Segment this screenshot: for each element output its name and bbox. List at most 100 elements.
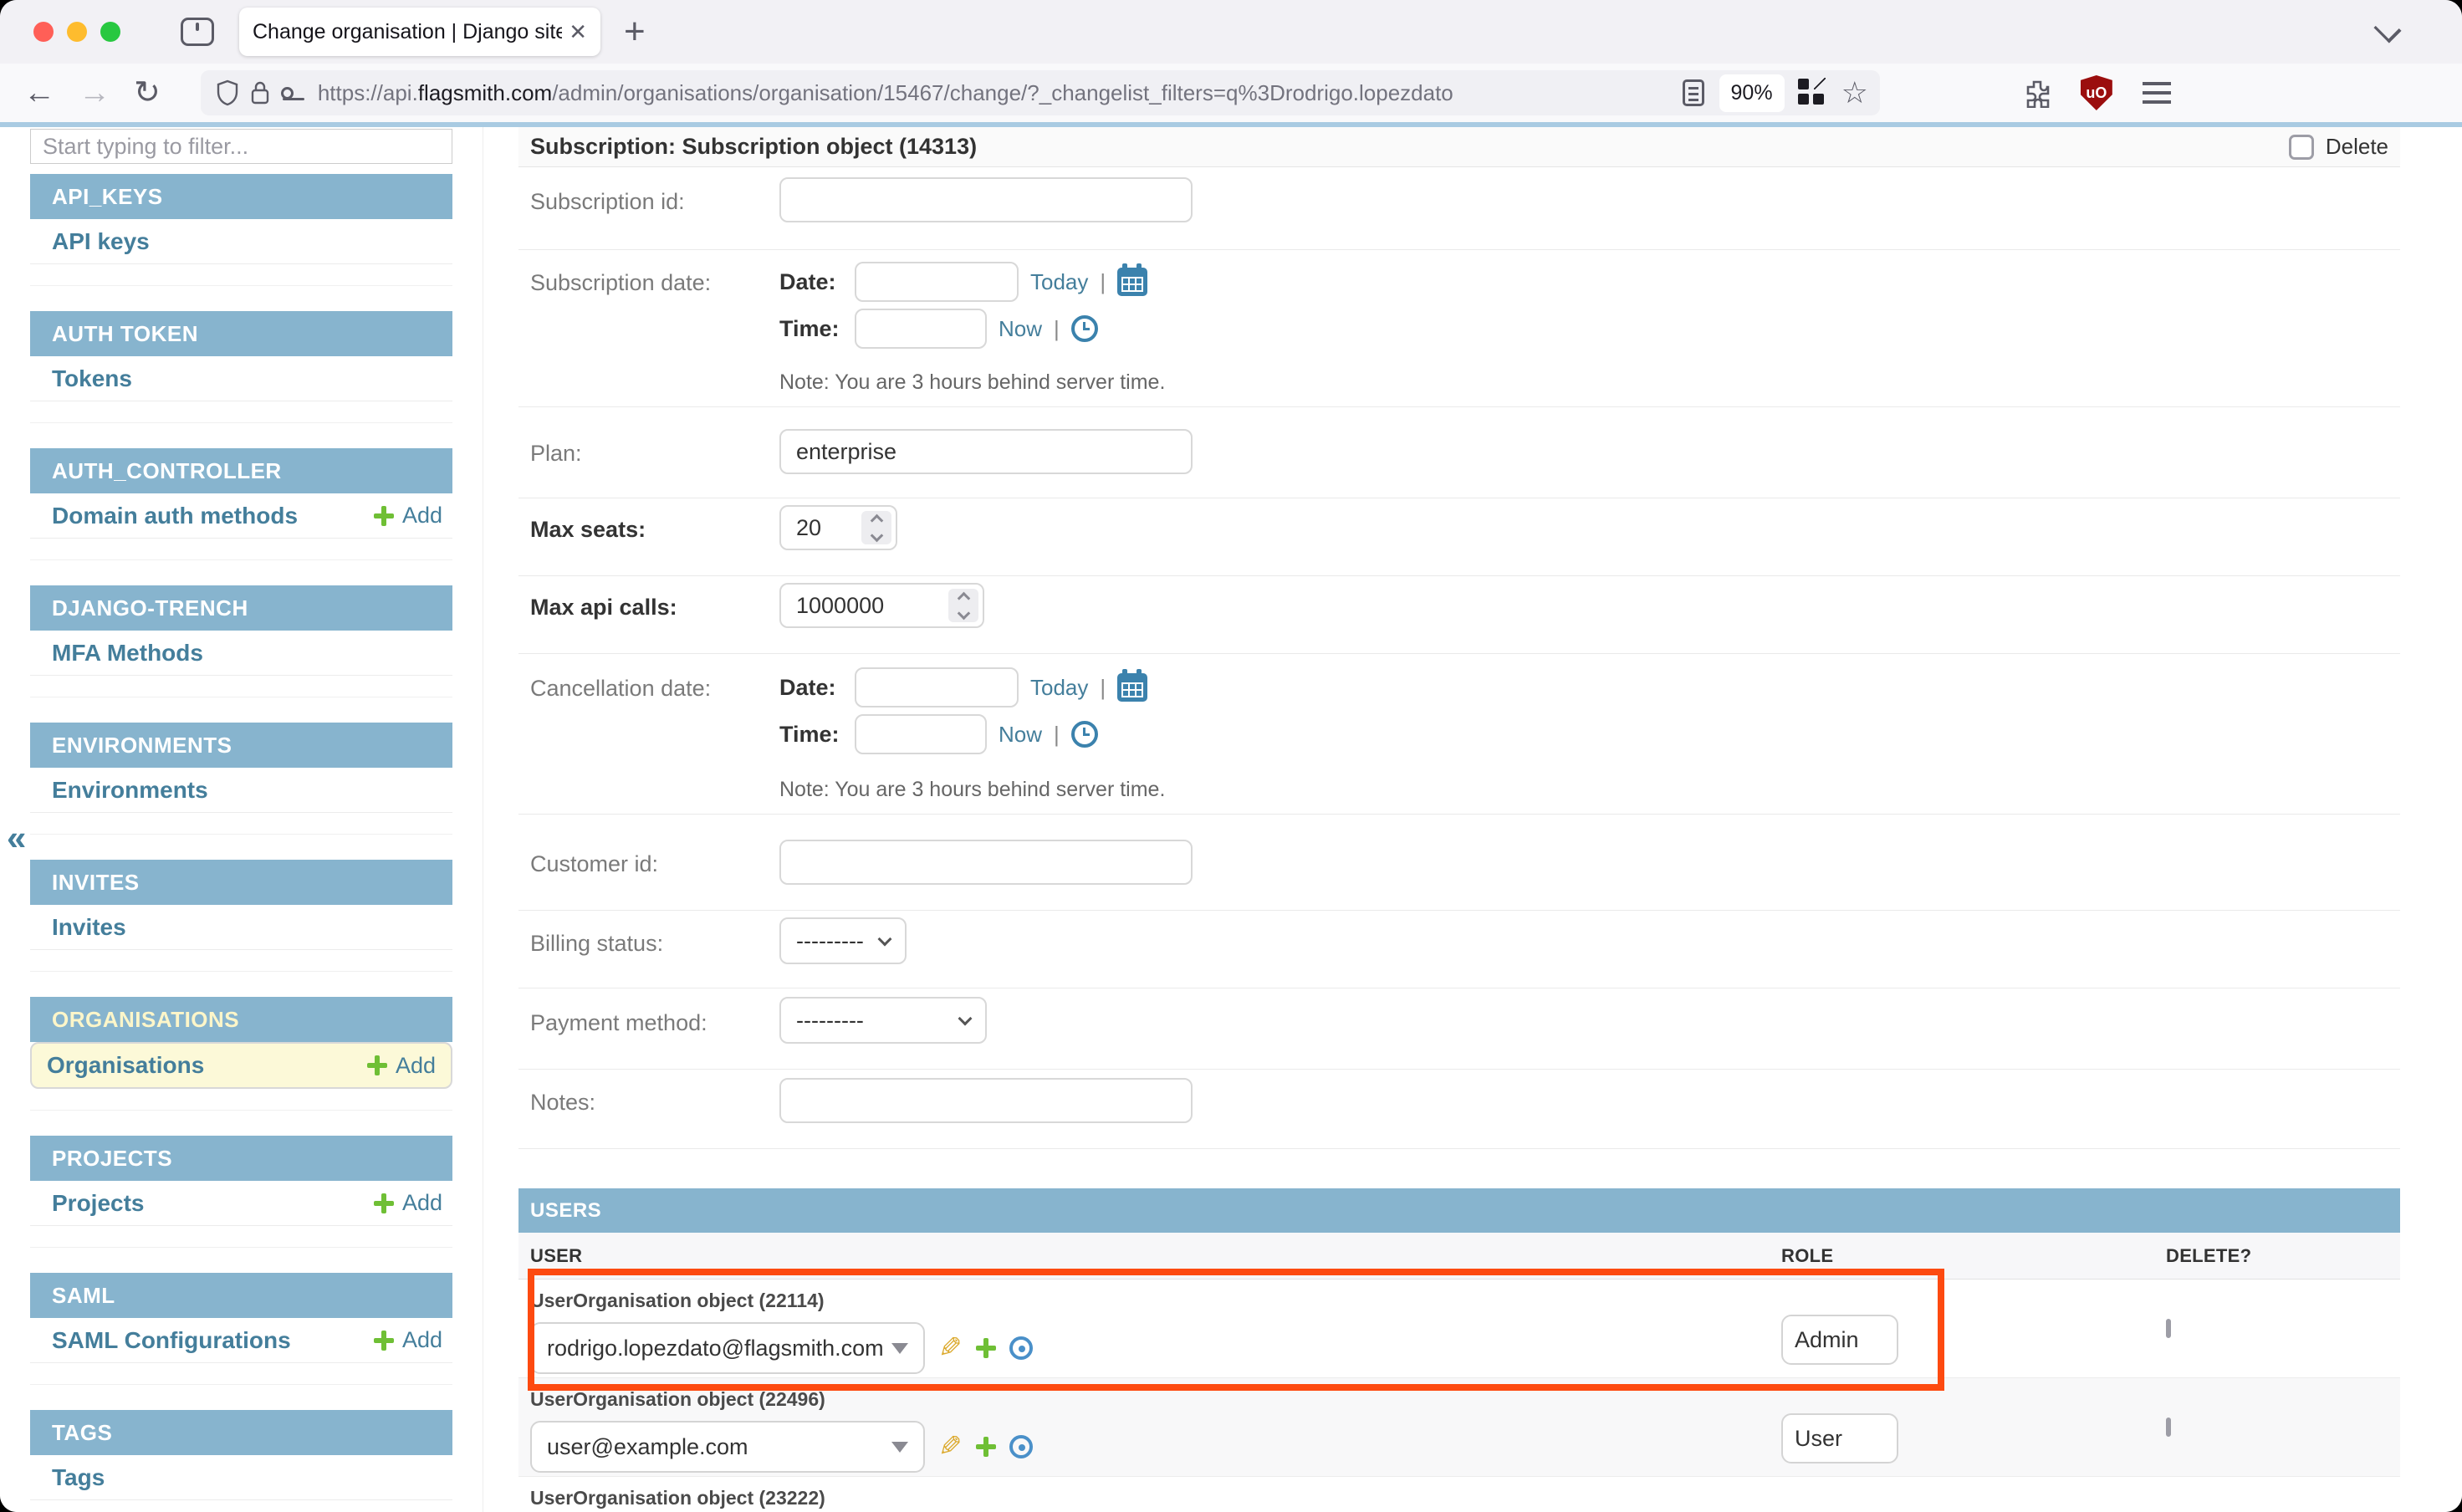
tab-close-icon[interactable]: ✕ [569, 19, 587, 45]
sidebar-item-api-keys[interactable]: API keys [30, 219, 452, 264]
sidebar-item-label[interactable]: Tags [52, 1464, 105, 1491]
customer-id-input[interactable] [779, 840, 1193, 885]
zoom-window-button[interactable] [100, 22, 120, 42]
add-link[interactable]: Add [374, 503, 442, 529]
add-label[interactable]: Add [396, 1053, 436, 1079]
notes-input[interactable] [779, 1078, 1193, 1123]
sidebar-item-domain-auth-methods[interactable]: Domain auth methods Add [30, 493, 452, 539]
tracking-protection-shield-icon[interactable] [216, 79, 239, 106]
date-input[interactable] [855, 262, 1019, 302]
sidebar-item-label[interactable]: Domain auth methods [52, 503, 298, 529]
menu-hamburger-icon[interactable] [2143, 82, 2171, 104]
spin-up-icon[interactable] [957, 591, 970, 605]
sidebar-item-projects[interactable]: Projects Add [30, 1181, 452, 1226]
add-label[interactable]: Add [402, 1190, 442, 1216]
sidebar-item-mfa-methods[interactable]: MFA Methods [30, 631, 452, 676]
firefox-view-icon[interactable] [181, 18, 214, 46]
new-tab-button[interactable]: + [624, 13, 646, 50]
sidebar-item-label[interactable]: Invites [52, 914, 126, 941]
view-eye-icon[interactable] [1009, 1435, 1033, 1458]
delete-cell [2141, 1378, 2400, 1476]
subscription-id-input[interactable] [779, 177, 1193, 222]
max-seats-stepper[interactable] [779, 505, 897, 550]
add-link[interactable]: Add [374, 1327, 442, 1353]
active-tab[interactable]: Change organisation | Django site ad ✕ [239, 8, 600, 56]
reload-button[interactable]: ↻ [134, 77, 161, 109]
ublock-origin-icon[interactable]: uO [2081, 75, 2112, 110]
add-label[interactable]: Add [402, 503, 442, 529]
add-link[interactable]: Add [367, 1053, 436, 1079]
add-link[interactable]: Add [374, 1190, 442, 1216]
sidebar-collapse-toggle[interactable]: « [7, 818, 26, 858]
calendar-icon[interactable] [1117, 673, 1147, 702]
spin-up-icon[interactable] [870, 513, 883, 527]
delete-checkbox[interactable] [2289, 135, 2314, 160]
number-spinner[interactable] [948, 589, 978, 622]
permissions-icon[interactable] [281, 84, 306, 102]
plus-icon [374, 506, 394, 526]
role-select[interactable]: User [1781, 1413, 1898, 1463]
back-button[interactable]: ← [23, 77, 55, 109]
user-select[interactable]: rodrigo.lopezdato@flagsmith.com [530, 1322, 925, 1374]
sidebar-item-saml-configurations[interactable]: SAML Configurations Add [30, 1318, 452, 1363]
column-role: ROLE [1765, 1245, 2141, 1267]
reader-mode-icon[interactable] [1683, 79, 1704, 106]
today-link[interactable]: Today [1030, 269, 1088, 295]
row-delete-checkbox[interactable] [2166, 1319, 2171, 1338]
row-delete-checkbox[interactable] [2166, 1418, 2171, 1437]
clock-icon[interactable] [1071, 315, 1098, 342]
date-input[interactable] [855, 667, 1019, 707]
window-controls [33, 22, 120, 42]
now-link[interactable]: Now [999, 722, 1042, 748]
spin-down-icon[interactable] [957, 606, 970, 620]
calendar-icon[interactable] [1117, 268, 1147, 296]
screenshot-icon[interactable] [1798, 79, 1826, 107]
sidebar-filter-input[interactable] [30, 129, 452, 164]
view-eye-icon[interactable] [1009, 1336, 1033, 1360]
url-bar[interactable]: https://api.flagsmith.com/admin/organisa… [201, 70, 1880, 115]
sidebar-item-label[interactable]: API keys [52, 228, 150, 255]
sidebar-item-label[interactable]: MFA Methods [52, 640, 203, 667]
sidebar-item-organisations[interactable]: Organisations Add [30, 1042, 452, 1089]
time-input[interactable] [855, 714, 987, 754]
extensions-puzzle-icon[interactable] [2022, 78, 2052, 108]
forward-button[interactable]: → [79, 77, 110, 109]
edit-pencil-icon[interactable]: ✎ [938, 1334, 963, 1362]
time-input[interactable] [855, 309, 987, 349]
sidebar-item-label[interactable]: Projects [52, 1190, 145, 1217]
sidebar-item-environments[interactable]: Environments [30, 768, 452, 813]
spin-down-icon[interactable] [870, 529, 883, 542]
add-label[interactable]: Add [402, 1327, 442, 1353]
minimize-window-button[interactable] [67, 22, 87, 42]
sidebar-item-label[interactable]: SAML Configurations [52, 1327, 291, 1354]
sidebar-item-invites[interactable]: Invites [30, 905, 452, 950]
bookmark-star-icon[interactable]: ☆ [1841, 78, 1868, 108]
divider [30, 950, 452, 972]
plan-input[interactable] [779, 429, 1193, 474]
tab-title: Change organisation | Django site ad [253, 20, 562, 44]
billing-status-select[interactable]: --------- [779, 917, 907, 964]
now-link[interactable]: Now [999, 316, 1042, 342]
zoom-level-indicator[interactable]: 90% [1719, 74, 1785, 112]
number-spinner[interactable] [861, 511, 891, 544]
edit-pencil-icon[interactable]: ✎ [938, 1433, 963, 1461]
sidebar-item-label[interactable]: Environments [52, 777, 208, 804]
sidebar-item-tokens[interactable]: Tokens [30, 356, 452, 401]
user-select[interactable]: user@example.com [530, 1421, 925, 1473]
list-all-tabs-button[interactable] [2377, 18, 2398, 40]
payment-method-select[interactable]: --------- [779, 997, 987, 1044]
close-window-button[interactable] [33, 22, 54, 42]
role-select[interactable]: Admin [1781, 1315, 1898, 1365]
add-plus-icon[interactable] [976, 1437, 996, 1457]
max-api-calls-stepper[interactable] [779, 583, 984, 628]
add-plus-icon[interactable] [976, 1338, 996, 1358]
clock-icon[interactable] [1071, 721, 1098, 748]
plus-icon [367, 1055, 387, 1075]
sidebar-item-label[interactable]: Organisations [47, 1052, 204, 1079]
spacer [30, 1111, 452, 1126]
sidebar-item-label[interactable]: Tokens [52, 365, 132, 392]
lock-icon[interactable] [249, 79, 271, 106]
sidebar-item-tags[interactable]: Tags [30, 1455, 452, 1500]
today-link[interactable]: Today [1030, 675, 1088, 701]
divider [30, 813, 452, 835]
